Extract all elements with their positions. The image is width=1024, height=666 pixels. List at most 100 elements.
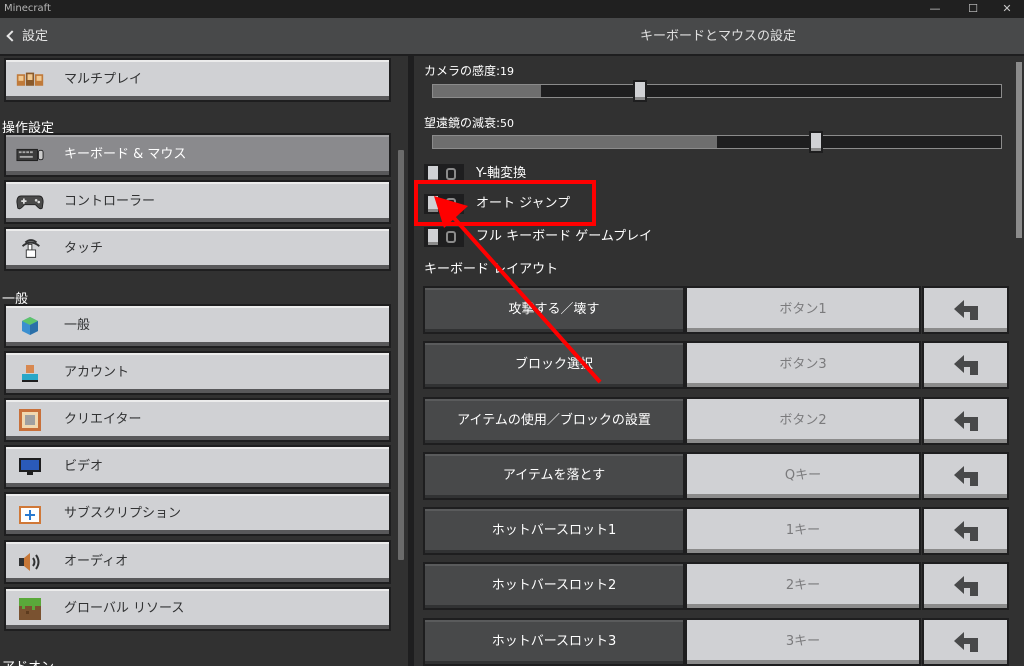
account-icon [16, 361, 44, 385]
section-title-addons: アドオン [2, 656, 54, 666]
keybind-action: ホットバースロット2 [423, 562, 685, 610]
keybind-key-button[interactable]: ボタン1 [685, 286, 921, 334]
keybind-key-button[interactable]: Qキー [685, 452, 921, 500]
sidebar-item-label: タッチ [64, 241, 104, 256]
keybind-row: アイテムの使用／ブロックの設置 ボタン2 [423, 397, 1009, 445]
sidebar-item-global-resources[interactable]: グローバル リソース [4, 587, 391, 631]
page-title: キーボードとマウスの設定 [639, 29, 796, 44]
keybind-key-button[interactable]: 2キー [685, 562, 921, 610]
spyglass-damping-slider[interactable] [432, 135, 1002, 149]
multiplayer-icon [16, 68, 44, 92]
spyglass-damping-label: 望遠鏡の減衰:50 [424, 114, 514, 131]
keybind-key-button[interactable]: 1キー [685, 507, 921, 555]
sidebar-item-label: オーディオ [64, 554, 129, 569]
slider-fill [433, 136, 717, 148]
back-label: 設定 [22, 29, 49, 44]
globe-icon [16, 314, 44, 338]
sidebar-item-keyboard-mouse[interactable]: キーボード & マウス [4, 133, 391, 177]
sidebar-item-label: ビデオ [64, 459, 104, 474]
reset-keybind-button[interactable] [922, 286, 1009, 334]
content-scrollbar[interactable] [1016, 62, 1022, 238]
sidebar-item-account[interactable]: アカウント [4, 351, 391, 395]
toggle-off-indicator-icon [446, 231, 456, 243]
sidebar-item-label: マルチプレイ [64, 72, 143, 87]
reset-keybind-button[interactable] [922, 618, 1009, 666]
chevron-left-icon [6, 30, 18, 42]
full-keyboard-gameplay-toggle[interactable] [424, 227, 464, 247]
sidebar-item-touch[interactable]: タッチ [4, 227, 391, 271]
keybind-key-button[interactable]: ボタン2 [685, 397, 921, 445]
undo-arrow-icon [953, 300, 978, 320]
slider-value: 19 [500, 65, 515, 78]
undo-arrow-icon [953, 632, 978, 652]
sidebar-item-label: クリエイター [64, 412, 142, 427]
sidebar-item-label: 一般 [64, 318, 91, 333]
reset-keybind-button[interactable] [922, 562, 1009, 610]
sidebar-item-video[interactable]: ビデオ [4, 445, 391, 489]
undo-arrow-icon [953, 576, 978, 596]
keybind-action: アイテムの使用／ブロックの設置 [423, 397, 685, 445]
window-title: Minecraft [4, 3, 51, 14]
keybind-row: ブロック選択 ボタン3 [423, 341, 1009, 389]
sidebar-item-audio[interactable]: オーディオ [4, 540, 391, 584]
touch-icon [16, 237, 44, 261]
sidebar-item-label: アカウント [64, 365, 130, 380]
toggle-off-indicator-icon [446, 168, 456, 180]
keybind-row: ホットバースロット2 2キー [423, 562, 1009, 610]
window-title-bar: Minecraft [0, 0, 1024, 18]
camera-sensitivity-label: カメラの感度:19 [424, 62, 514, 79]
speaker-icon [16, 550, 44, 574]
keybind-action: 攻撃する／壊す [423, 286, 685, 334]
slider-handle[interactable] [809, 131, 823, 153]
annotation-highlight-box [414, 180, 596, 226]
close-window-button[interactable]: ✕ [990, 0, 1024, 18]
sidebar-item-label: キーボード & マウス [64, 147, 187, 162]
keybind-action: ブロック選択 [423, 341, 685, 389]
undo-arrow-icon [953, 411, 978, 431]
sidebar-item-creator[interactable]: クリエイター [4, 398, 391, 442]
toggle-knob [426, 227, 440, 247]
monitor-icon [16, 455, 44, 479]
keybind-key-button[interactable]: 3キー [685, 618, 921, 666]
keybind-action: アイテムを落とす [423, 452, 685, 500]
reset-keybind-button[interactable] [922, 452, 1009, 500]
sidebar-item-label: サブスクリプション [64, 506, 182, 521]
subscription-icon [16, 502, 44, 526]
toggle-label: フル キーボード ゲームプレイ [476, 229, 653, 244]
reset-keybind-button[interactable] [922, 341, 1009, 389]
slider-value: 50 [500, 117, 515, 130]
camera-sensitivity-slider[interactable] [432, 84, 1002, 98]
minimize-button[interactable]: — [918, 0, 952, 18]
sidebar-item-general[interactable]: 一般 [4, 304, 391, 348]
maximize-button[interactable]: ☐ [956, 0, 990, 18]
undo-arrow-icon [953, 355, 978, 375]
slider-label: 望遠鏡の減衰: [424, 116, 501, 130]
keyboard-mouse-icon [16, 143, 44, 167]
reset-keybind-button[interactable] [922, 507, 1009, 555]
slider-label: カメラの感度: [424, 64, 501, 78]
controller-icon [16, 190, 44, 214]
slider-fill [433, 85, 541, 97]
header-bar: 設定 キーボードとマウスの設定 [0, 18, 1024, 56]
grass-block-icon [16, 597, 44, 621]
keybind-action: ホットバースロット3 [423, 618, 685, 666]
sidebar-item-controller[interactable]: コントローラー [4, 180, 391, 224]
keybind-row: ホットバースロット3 3キー [423, 618, 1009, 666]
sidebar-item-subscription[interactable]: サブスクリプション [4, 492, 391, 536]
reset-keybind-button[interactable] [922, 397, 1009, 445]
undo-arrow-icon [953, 466, 978, 486]
slider-handle[interactable] [633, 80, 647, 102]
sidebar-item-label: グローバル リソース [64, 601, 185, 616]
creator-icon [16, 408, 44, 432]
sidebar-item-multiplayer[interactable]: マルチプレイ [4, 58, 391, 102]
keybind-action: ホットバースロット1 [423, 507, 685, 555]
sidebar-scrollbar[interactable] [398, 150, 404, 560]
keyboard-layout-title: キーボード レイアウト [424, 262, 559, 277]
keybind-row: 攻撃する／壊す ボタン1 [423, 286, 1009, 334]
keybind-key-button[interactable]: ボタン3 [685, 341, 921, 389]
sidebar-item-label: コントローラー [64, 194, 156, 209]
keybind-row: アイテムを落とす Qキー [423, 452, 1009, 500]
keybind-row: ホットバースロット1 1キー [423, 507, 1009, 555]
back-button[interactable]: 設定 [6, 18, 48, 56]
undo-arrow-icon [953, 521, 978, 541]
